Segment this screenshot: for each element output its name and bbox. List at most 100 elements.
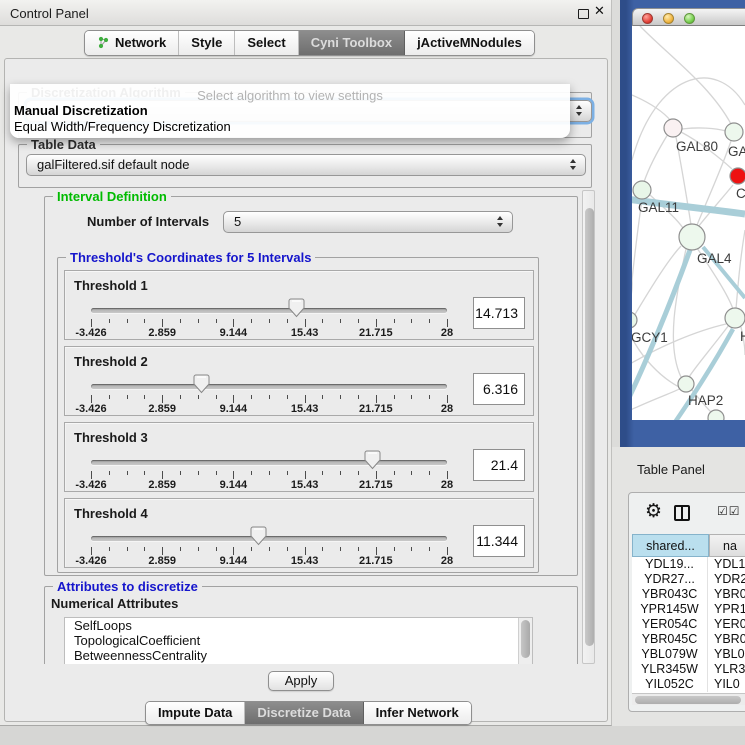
table-row[interactable]: YIL052CYIL0 <box>632 677 745 692</box>
tick-mark <box>340 471 341 475</box>
table-row[interactable]: YDR27...YDR2 <box>632 572 745 587</box>
dropdown-option-equal-width[interactable]: Equal Width/Frequency Discretization <box>14 119 231 134</box>
number-of-intervals-combobox[interactable]: 5 <box>223 211 513 233</box>
network-node[interactable] <box>633 181 651 199</box>
table-cell-shared-name[interactable]: YIL052C <box>632 677 708 692</box>
tick-label: 9.144 <box>220 555 248 567</box>
settings-vertical-scrollbar[interactable] <box>582 190 595 664</box>
threshold-slider-thumb[interactable] <box>364 450 381 470</box>
tab-select[interactable]: Select <box>235 31 298 55</box>
attribute-list-item[interactable]: BetweennessCentrality <box>65 648 532 663</box>
settings-vertical-scrollbar-thumb[interactable] <box>585 208 594 646</box>
gear-icon[interactable]: ⚙ <box>645 500 662 522</box>
control-panel-window: Control Panel ✕ NetworkStyleSelectCyni T… <box>0 0 612 726</box>
threshold-value-field[interactable]: 14.713 <box>473 297 525 329</box>
close-icon[interactable]: ✕ <box>594 4 605 19</box>
numerical-attributes-list[interactable]: SelfLoopsTopologicalCoefficientBetweenne… <box>64 617 533 664</box>
tick-mark <box>429 395 430 399</box>
table-cell-shared-name[interactable]: YBR045C <box>632 632 708 647</box>
tick-label: 9.144 <box>220 327 248 339</box>
threshold-value-field[interactable]: 21.4 <box>473 449 525 481</box>
dropdown-option-manual[interactable]: Manual Discretization <box>14 103 148 118</box>
attribute-list-item[interactable]: TopologicalCoefficient <box>65 633 532 648</box>
table-cell-name[interactable]: YER0 <box>708 617 745 632</box>
tab-discretize-data[interactable]: Discretize Data <box>245 702 363 724</box>
network-icon <box>97 36 110 50</box>
attributes-list-scrollbar-thumb[interactable] <box>521 620 530 658</box>
tick-mark <box>109 319 110 323</box>
network-node[interactable] <box>725 308 745 328</box>
table-cell-name[interactable]: YIL0 <box>708 677 745 692</box>
threshold-slider-thumb[interactable] <box>193 374 210 394</box>
table-row[interactable]: YBR045CYBR0 <box>632 632 745 647</box>
table-cell-name[interactable]: YBR0 <box>708 587 745 602</box>
float-window-icon[interactable] <box>578 9 589 19</box>
network-node[interactable] <box>708 410 724 420</box>
table-row[interactable]: YPR145WYPR1 <box>632 602 745 617</box>
threshold-slider-thumb[interactable] <box>288 298 305 318</box>
attribute-list-item[interactable]: SelfLoops <box>65 618 532 633</box>
tab-network[interactable]: Network <box>85 31 179 55</box>
tab-impute-data[interactable]: Impute Data <box>146 702 245 724</box>
network-node[interactable] <box>678 376 694 392</box>
columns-icon[interactable] <box>674 505 690 521</box>
table-cell-shared-name[interactable]: YBR043C <box>632 587 708 602</box>
tick-label: 15.43 <box>291 555 319 567</box>
mac-minimize-button[interactable] <box>663 13 674 24</box>
network-node[interactable] <box>679 224 705 250</box>
table-cell-shared-name[interactable]: YDL19... <box>632 557 708 572</box>
table-cell-shared-name[interactable]: YDR27... <box>632 572 708 587</box>
mac-close-button[interactable] <box>642 13 653 24</box>
threshold-value-field[interactable]: 6.316 <box>473 373 525 405</box>
table-cell-name[interactable]: YPR1 <box>708 602 745 617</box>
attributes-list-scrollbar[interactable] <box>518 618 532 664</box>
number-of-intervals-value: 5 <box>234 214 241 229</box>
table-horizontal-scrollbar-thumb[interactable] <box>635 696 741 704</box>
network-node-label: GA <box>728 144 745 159</box>
table-column-header[interactable]: shared... <box>632 534 709 557</box>
network-node[interactable] <box>632 312 637 328</box>
tick-mark <box>376 547 377 555</box>
table-cell-shared-name[interactable]: YBL079W <box>632 647 708 662</box>
window-title: Control Panel <box>10 6 89 21</box>
network-canvas[interactable]: GAL80GACGAL11GAL4GCY1HHAP2 <box>632 26 745 420</box>
table-cell-name[interactable]: YBR0 <box>708 632 745 647</box>
table-cell-shared-name[interactable]: YPR145W <box>632 602 708 617</box>
network-node[interactable] <box>664 119 682 137</box>
threshold-slider-thumb[interactable] <box>250 526 267 546</box>
threshold-slider-track[interactable] <box>91 308 447 313</box>
tick-label: 15.43 <box>291 479 319 491</box>
table-horizontal-scrollbar[interactable] <box>632 693 745 705</box>
select-columns-checkboxes-icon[interactable]: ☑☑ <box>717 504 741 518</box>
table-row[interactable]: YER054CYER0 <box>632 617 745 632</box>
table-cell-shared-name[interactable]: YER054C <box>632 617 708 632</box>
table-row[interactable]: YDL19...YDL1 <box>632 557 745 572</box>
table-data-combobox[interactable]: galFiltered.sif default node <box>26 154 586 176</box>
tab-jactivemnodules[interactable]: jActiveMNodules <box>405 31 534 55</box>
thresholds-group: Threshold's Coordinates for 5 Intervals … <box>57 257 539 573</box>
threshold-slider-track[interactable] <box>91 536 447 541</box>
tab-infer-network[interactable]: Infer Network <box>364 702 471 724</box>
tab-cyni-toolbox[interactable]: Cyni Toolbox <box>299 31 405 55</box>
tab-style[interactable]: Style <box>179 31 235 55</box>
threshold-slider-track[interactable] <box>91 460 447 465</box>
table-row[interactable]: YBL079WYBL0 <box>632 647 745 662</box>
tick-mark <box>394 547 395 551</box>
table-column-header[interactable]: na <box>709 534 745 557</box>
table-row[interactable]: YBR043CYBR0 <box>632 587 745 602</box>
table-cell-name[interactable]: YDL1 <box>708 557 745 572</box>
apply-button[interactable]: Apply <box>268 671 334 691</box>
table-cell-name[interactable]: YLR3 <box>708 662 745 677</box>
threshold-slider-track[interactable] <box>91 384 447 389</box>
network-graph[interactable]: GAL80GACGAL11GAL4GCY1HHAP2 <box>632 26 745 420</box>
mac-zoom-button[interactable] <box>684 13 695 24</box>
threshold-label: Threshold 2 <box>74 354 148 369</box>
table-cell-name[interactable]: YBL0 <box>708 647 745 662</box>
table-cell-name[interactable]: YDR2 <box>708 572 745 587</box>
network-node[interactable] <box>730 168 745 184</box>
threshold-value-field[interactable]: 11.344 <box>473 525 525 557</box>
table-cell-shared-name[interactable]: YLR345W <box>632 662 708 677</box>
network-node[interactable] <box>725 123 743 141</box>
table-row[interactable]: YLR345WYLR3 <box>632 662 745 677</box>
network-node-label: C <box>736 186 745 201</box>
